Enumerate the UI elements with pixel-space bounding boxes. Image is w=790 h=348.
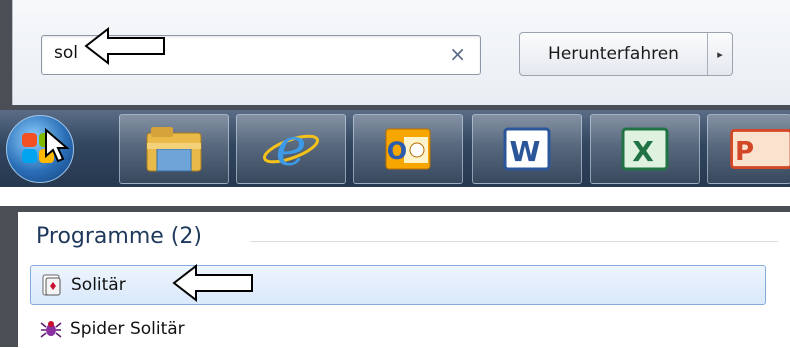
internet-explorer-icon: e — [263, 121, 319, 177]
svg-text:P: P — [735, 137, 754, 167]
callout-arrow-icon — [172, 264, 253, 302]
results-group-header: Programme (2) — [36, 224, 202, 249]
taskbar-excel-button[interactable]: X — [590, 114, 700, 184]
taskbar-internet-explorer-button[interactable]: e — [236, 114, 346, 184]
svg-text:X: X — [632, 135, 654, 168]
shutdown-control: Herunterfahren ▸ — [519, 32, 733, 76]
svg-text:O: O — [387, 137, 407, 165]
solitaire-icon — [41, 274, 63, 296]
svg-text:W: W — [510, 135, 541, 168]
spider-solitaire-icon — [40, 318, 62, 340]
outlook-icon: O — [385, 128, 431, 170]
result-item-label: Spider Solitär — [70, 319, 185, 339]
clear-search-icon[interactable]: × — [449, 42, 466, 66]
powerpoint-icon: P — [730, 129, 790, 169]
excel-icon: X — [621, 127, 669, 171]
shutdown-options-arrow-icon[interactable]: ▸ — [708, 33, 732, 75]
search-results-frame: Programme (2) Solitär Spider Solitär — [0, 206, 790, 347]
search-results-pane: Programme (2) Solitär Spider Solitär — [18, 212, 790, 347]
taskbar: e O W X P — [0, 110, 790, 187]
folder-icon — [146, 127, 202, 172]
callout-arrow-icon — [84, 27, 165, 65]
search-input-value: sol — [54, 43, 78, 63]
shutdown-button[interactable]: Herunterfahren — [520, 33, 708, 75]
taskbar-explorer-button[interactable] — [119, 114, 229, 184]
group-divider — [250, 241, 778, 242]
result-item-spider-solitaire[interactable]: Spider Solitär — [30, 310, 764, 348]
result-item-label: Solitär — [71, 275, 126, 295]
taskbar-word-button[interactable]: W — [472, 114, 582, 184]
word-icon: W — [503, 127, 551, 171]
taskbar-powerpoint-button[interactable]: P — [707, 114, 790, 184]
svg-text:e: e — [276, 121, 307, 177]
mouse-pointer-icon — [45, 128, 70, 163]
result-item-solitaire[interactable]: Solitär — [30, 265, 766, 305]
taskbar-outlook-button[interactable]: O — [353, 114, 463, 184]
